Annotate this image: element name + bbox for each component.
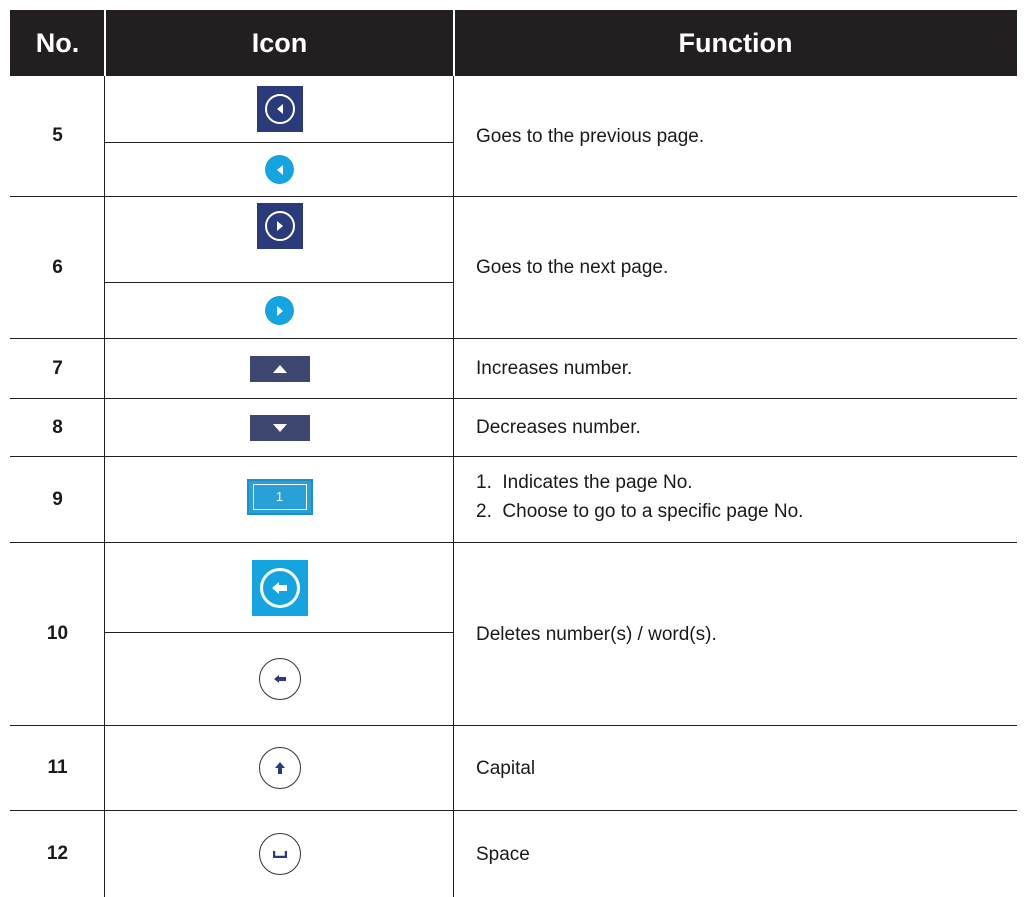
row-number: 12 bbox=[46, 843, 69, 864]
function-line: 2. Choose to go to a specific page No. bbox=[476, 500, 804, 522]
next-page-icon bbox=[256, 202, 303, 249]
circle-icon bbox=[259, 567, 300, 608]
icon-cell bbox=[105, 543, 454, 632]
function-text: Space bbox=[476, 843, 530, 865]
header-no: No. bbox=[35, 27, 80, 58]
icon-cell bbox=[105, 633, 454, 725]
circle-left-icon bbox=[264, 94, 295, 124]
row-number: 5 bbox=[52, 125, 63, 146]
function-text: Deletes number(s) / word(s). bbox=[476, 623, 717, 645]
function-text: Goes to the previous page. bbox=[476, 125, 705, 147]
row-number: 10 bbox=[46, 623, 69, 644]
function-line: 1. Indicates the page No. bbox=[476, 471, 693, 493]
row-number: 7 bbox=[52, 357, 63, 379]
backspace-icon bbox=[251, 559, 308, 616]
icon-cell bbox=[105, 197, 454, 282]
backspace-icon bbox=[258, 658, 301, 700]
next-page-icon bbox=[265, 296, 294, 325]
function-table: No. Icon Function 5 Goes to the previous… bbox=[10, 10, 1017, 897]
header-function: Function bbox=[678, 27, 793, 58]
space-icon bbox=[258, 833, 301, 875]
function-text: Goes to the next page. bbox=[476, 257, 669, 278]
circle-right-icon bbox=[264, 210, 295, 241]
icon-cell bbox=[105, 76, 454, 142]
prev-page-icon bbox=[256, 86, 303, 132]
page-number-value: 1 bbox=[252, 483, 307, 510]
prev-page-icon bbox=[265, 155, 294, 184]
icon-cell bbox=[105, 811, 454, 897]
icon-cell bbox=[105, 283, 454, 338]
function-text: Decreases number. bbox=[476, 417, 641, 438]
icon-cell bbox=[105, 143, 454, 196]
page-number-box: 1 bbox=[246, 478, 313, 515]
function-text: 1. Indicates the page No. 2. Choose to g… bbox=[476, 457, 1006, 536]
icon-cell bbox=[105, 399, 454, 456]
row-number: 9 bbox=[52, 488, 63, 510]
up-arrow-icon bbox=[249, 355, 310, 382]
shift-icon bbox=[258, 747, 301, 789]
function-text: Capital bbox=[476, 757, 536, 779]
row-number: 6 bbox=[52, 256, 63, 278]
icon-cell bbox=[105, 726, 454, 810]
table-header: No. Icon Function bbox=[10, 10, 1017, 76]
icon-cell: 1 bbox=[105, 457, 454, 536]
down-arrow-icon bbox=[249, 414, 310, 441]
header-icon: Icon bbox=[251, 27, 308, 58]
icon-cell bbox=[105, 339, 454, 398]
row-number: 11 bbox=[47, 757, 68, 778]
row-number: 8 bbox=[52, 416, 63, 438]
function-text: Increases number. bbox=[476, 358, 633, 379]
